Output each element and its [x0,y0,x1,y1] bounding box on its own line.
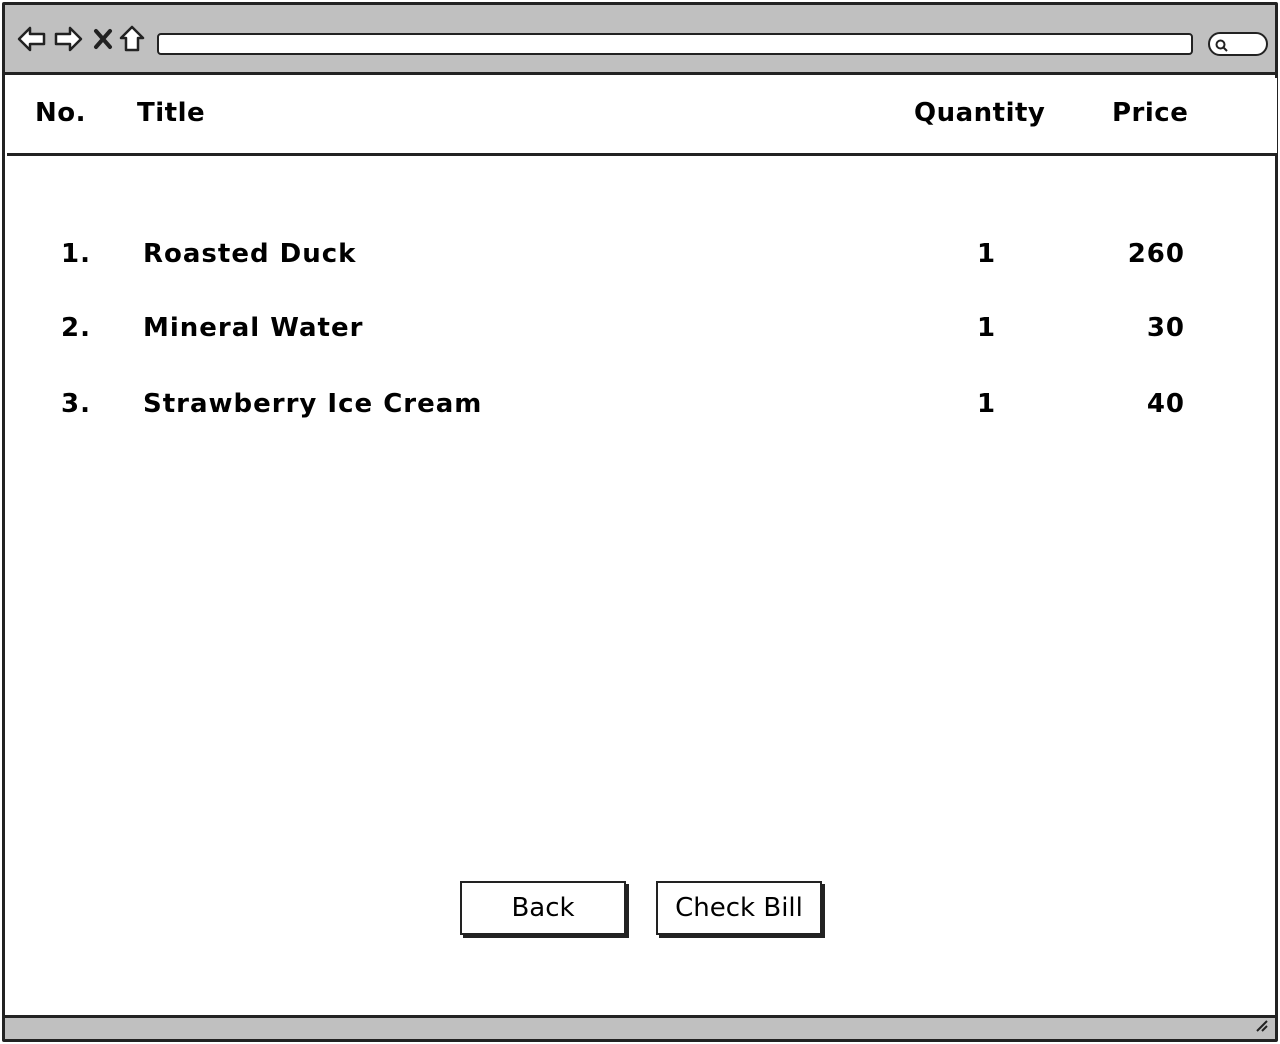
check-bill-button[interactable]: Check Bill [656,881,822,935]
row-number: 2. [61,313,91,343]
header-price: Price [1112,98,1189,128]
status-bar [5,1015,1275,1039]
table-row: 1. Roasted Duck 1 260 [5,239,1275,279]
row-quantity: 1 [977,239,997,269]
row-price: 30 [1146,313,1185,343]
back-button[interactable]: Back [460,881,626,935]
row-number: 3. [61,389,91,419]
home-icon[interactable] [119,25,145,57]
close-x-icon[interactable] [93,28,113,54]
header-title: Title [137,98,206,128]
back-arrow-icon[interactable] [17,25,47,57]
resize-grip-icon[interactable] [1253,1017,1269,1037]
search-field[interactable] [1208,32,1268,56]
table-row: 3. Strawberry Ice Cream 1 40 [5,389,1275,429]
row-price: 40 [1146,389,1185,419]
search-icon [1215,39,1228,52]
row-title: Strawberry Ice Cream [143,389,483,419]
table-header: No. Title Quantity Price [7,78,1277,156]
browser-toolbar [5,5,1275,75]
forward-arrow-icon[interactable] [53,25,83,57]
row-number: 1. [61,239,91,269]
browser-window: No. Title Quantity Price 1. Roasted Duck… [2,2,1278,1042]
row-title: Mineral Water [143,313,364,343]
address-bar[interactable] [157,33,1193,55]
row-quantity: 1 [977,313,997,343]
header-number: No. [35,98,86,128]
row-title: Roasted Duck [143,239,357,269]
row-quantity: 1 [977,389,997,419]
header-quantity: Quantity [914,98,1046,128]
table-row: 2. Mineral Water 1 30 [5,313,1275,353]
row-price: 260 [1127,239,1185,269]
